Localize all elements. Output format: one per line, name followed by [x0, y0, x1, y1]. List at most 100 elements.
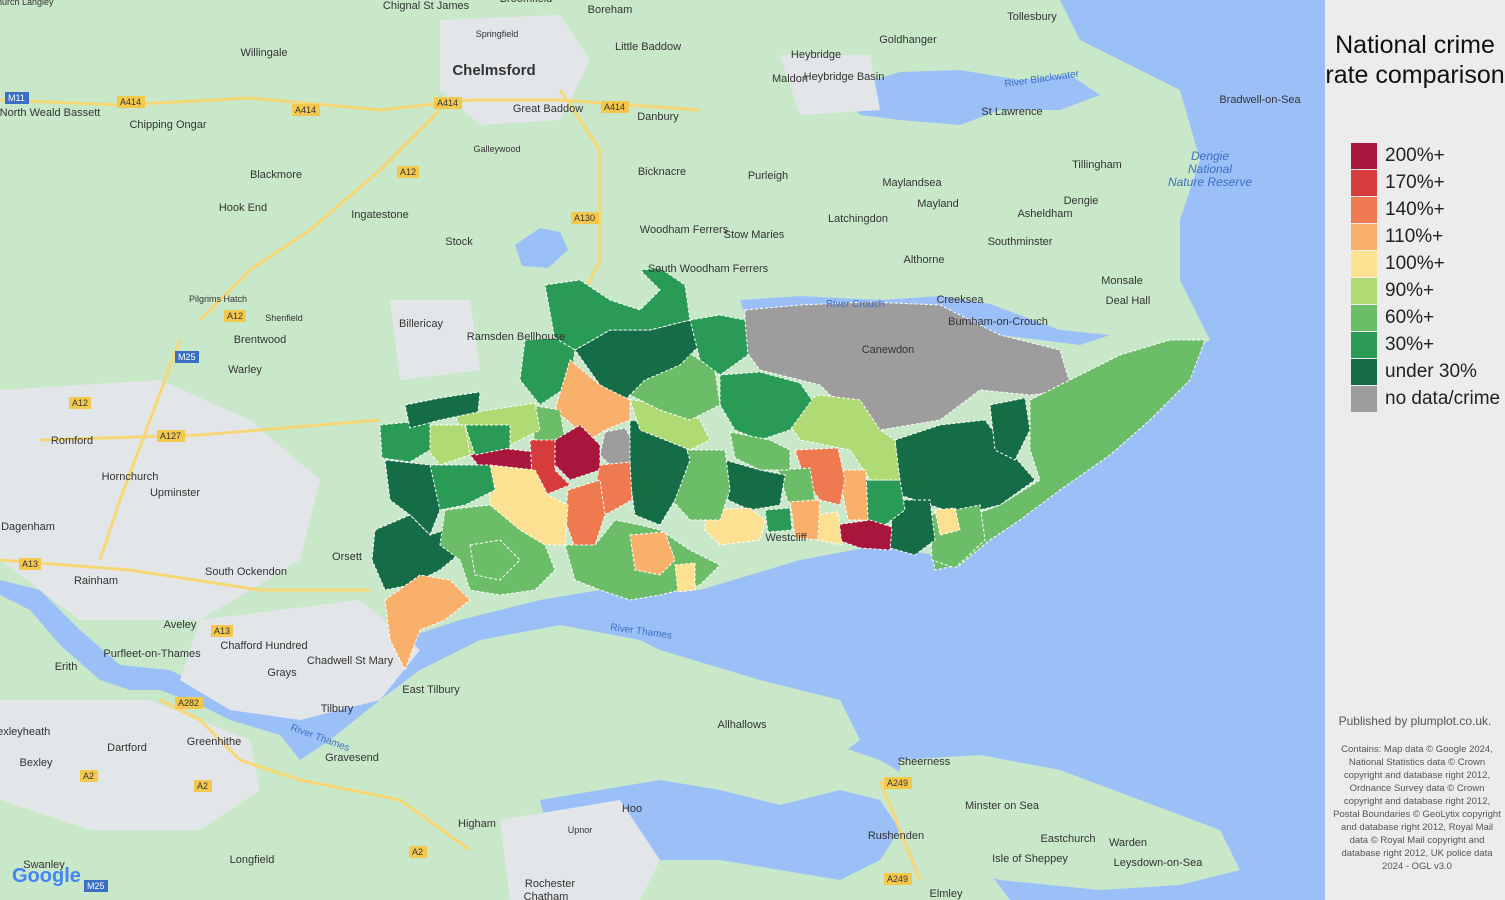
- place-label: Ingatestone: [351, 209, 409, 221]
- google-logo: Google: [12, 865, 81, 887]
- place-label: Bexley: [19, 757, 53, 769]
- place-label: Tilbury: [321, 703, 354, 715]
- legend-item: 170%+: [1351, 170, 1505, 197]
- place-label: Elmley: [929, 888, 963, 900]
- legend-title: National crime rate comparison: [1325, 31, 1505, 89]
- place-label: Higham: [458, 818, 496, 830]
- place-label: St Lawrence: [981, 106, 1042, 118]
- legend-label: 30%+: [1385, 334, 1435, 355]
- legend-item: under 30%: [1351, 359, 1505, 386]
- place-label: South Ockendon: [205, 566, 287, 578]
- place-label: Burnham-on-Crouch: [948, 316, 1048, 328]
- legend-item: 140%+: [1351, 197, 1505, 224]
- legend-label: 200%+: [1385, 145, 1445, 166]
- place-label: Blackmore: [250, 169, 302, 181]
- svg-text:A2: A2: [197, 781, 208, 791]
- place-label: Isle of Sheppey: [992, 853, 1068, 865]
- place-label: Dengie: [1064, 195, 1099, 207]
- place-label: Chafford Hundred: [220, 640, 307, 652]
- legend-swatch: [1351, 197, 1377, 223]
- place-label: Stock: [445, 236, 473, 248]
- label-dengie-reserve-2: National: [1188, 162, 1232, 176]
- svg-text:A414: A414: [295, 105, 316, 115]
- svg-text:A2: A2: [412, 847, 423, 857]
- place-label: Dagenham: [1, 521, 55, 533]
- svg-text:A12: A12: [227, 311, 243, 321]
- place-label: Rainham: [74, 575, 118, 587]
- legend-swatch: [1351, 170, 1377, 196]
- place-label: Warley: [228, 364, 262, 376]
- svg-text:A13: A13: [22, 559, 38, 569]
- place-label: Hook End: [219, 202, 267, 214]
- place-label: Springfield: [476, 29, 519, 39]
- place-label: Minster on Sea: [965, 800, 1040, 812]
- legend-label: 170%+: [1385, 172, 1445, 193]
- place-label: Rushenden: [868, 830, 924, 842]
- label-dengie-reserve: Dengie: [1191, 149, 1229, 163]
- legend-item: no data/crime: [1351, 386, 1505, 413]
- svg-text:A13: A13: [214, 626, 230, 636]
- place-label: Eastchurch: [1040, 833, 1095, 845]
- place-label: Purleigh: [748, 170, 788, 182]
- svg-text:A12: A12: [72, 398, 88, 408]
- legend-swatch: [1351, 224, 1377, 250]
- place-label: Bradwell-on-Sea: [1219, 94, 1301, 106]
- place-label: Leysdown-on-Sea: [1114, 857, 1204, 869]
- legend-item: 110%+: [1351, 224, 1505, 251]
- place-label: Canewdon: [862, 344, 915, 356]
- place-label: Purfleet-on-Thames: [103, 648, 201, 660]
- place-label: Chignal St James: [383, 0, 470, 12]
- place-label: Church Langley: [0, 0, 54, 7]
- label-dengie-reserve-3: Nature Reserve: [1168, 175, 1252, 189]
- place-label: Galleywood: [473, 144, 520, 154]
- legend-swatch: [1351, 251, 1377, 277]
- place-label: Goldhanger: [879, 34, 937, 46]
- place-label: Rochester: [525, 878, 575, 890]
- legend-item: 200%+: [1351, 143, 1505, 170]
- place-label: Brentwood: [234, 334, 287, 346]
- place-label: North Weald Bassett: [0, 107, 100, 119]
- place-label: Chadwell St Mary: [307, 655, 394, 667]
- place-label: Willingale: [240, 47, 287, 59]
- svg-text:M11: M11: [8, 93, 25, 103]
- legend-label: 110%+: [1385, 226, 1444, 247]
- legend-swatch: [1351, 386, 1377, 412]
- legend-swatch: [1351, 359, 1377, 385]
- place-label: Billericay: [399, 318, 444, 330]
- place-label: Pilgrims Hatch: [189, 294, 247, 304]
- district-30-belfairs: [764, 507, 793, 533]
- svg-text:A414: A414: [604, 102, 625, 112]
- place-label: Monsale: [1101, 275, 1143, 287]
- legend-swatch: [1351, 332, 1377, 358]
- place-label: Greenhithe: [187, 736, 241, 748]
- data-attribution: Contains: Map data © Google 2024, Nation…: [1333, 744, 1501, 872]
- place-label: Deal Hall: [1106, 295, 1151, 307]
- place-label: Creeksea: [936, 294, 984, 306]
- place-label: Southminster: [988, 236, 1053, 248]
- legend-item: 90%+: [1351, 278, 1505, 305]
- legend-label: 140%+: [1385, 199, 1445, 220]
- crime-rate-map[interactable]: River Blackwater River Crouch River Tham…: [0, 0, 1325, 900]
- place-label: Danbury: [637, 111, 679, 123]
- svg-text:M25: M25: [87, 881, 105, 891]
- place-label: Asheldham: [1017, 208, 1072, 220]
- place-label: Latchingdon: [828, 213, 888, 225]
- place-label: Althorne: [904, 254, 945, 266]
- place-label: Hornchurch: [102, 471, 159, 483]
- legend-label: under 30%: [1385, 361, 1477, 382]
- place-label: South Woodham Ferrers: [648, 263, 769, 275]
- place-label: Upnor: [568, 825, 593, 835]
- svg-text:A414: A414: [120, 97, 141, 107]
- place-label: Westcliff: [765, 532, 807, 544]
- district-100-canvey-east: [674, 562, 696, 593]
- place-label: Mayland: [917, 198, 959, 210]
- place-label: Maldon: [772, 73, 808, 85]
- label-river-crouch: River Crouch: [826, 299, 884, 310]
- place-label: Boreham: [588, 4, 633, 16]
- svg-text:M25: M25: [178, 352, 196, 362]
- place-label: Gravesend: [325, 752, 379, 764]
- place-label: Chelmsford: [452, 62, 535, 79]
- place-label: Tillingham: [1072, 159, 1122, 171]
- place-label: Upminster: [150, 487, 200, 499]
- svg-text:A414: A414: [437, 98, 458, 108]
